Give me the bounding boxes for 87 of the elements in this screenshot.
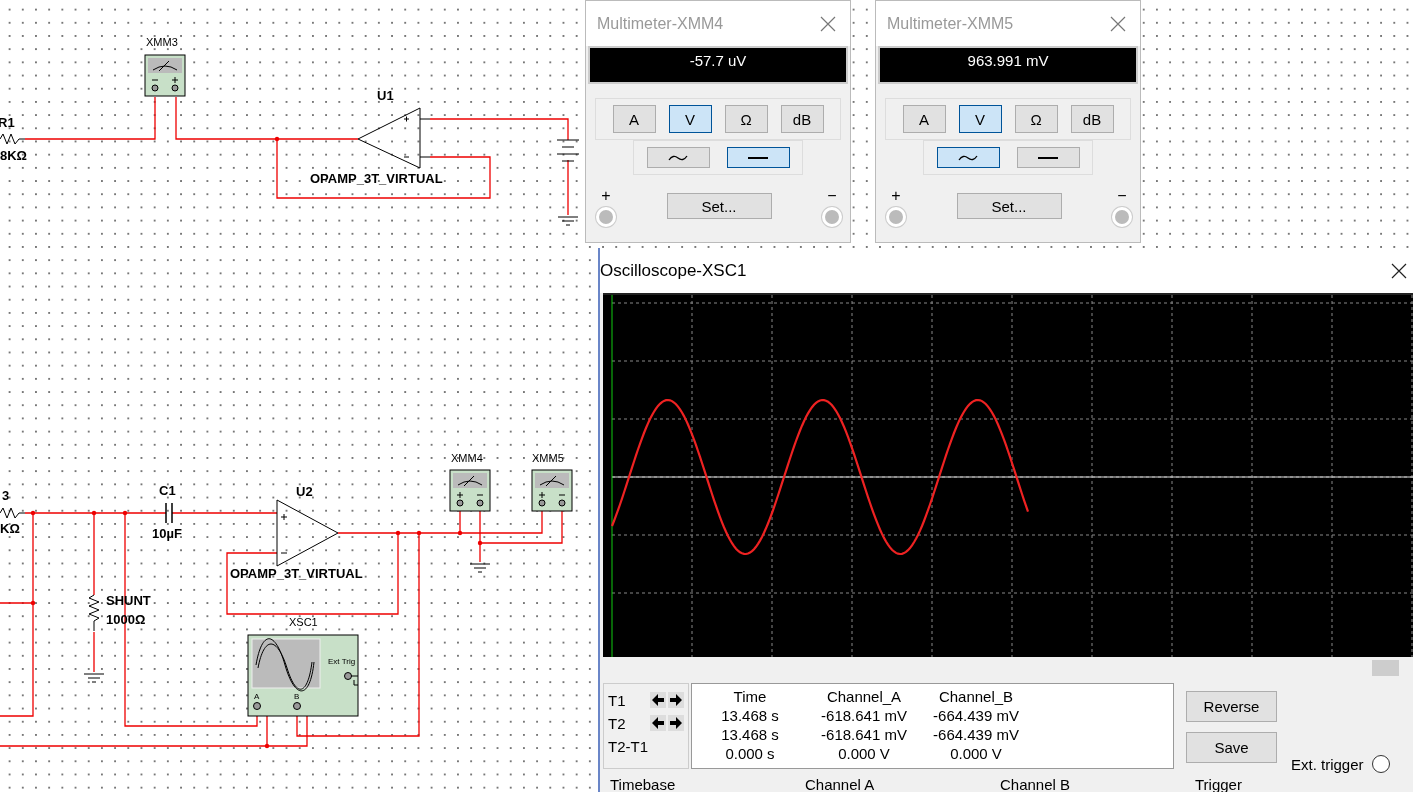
component-label: XSC1: [289, 616, 318, 628]
mode-button[interactable]: A: [612, 105, 656, 133]
resistor-icon: [0, 133, 26, 145]
component-value: 10µF: [152, 526, 182, 541]
table-cell: -618.641 mV: [821, 706, 907, 725]
ac-button[interactable]: [936, 147, 1000, 168]
table-cell: -664.439 mV: [933, 706, 1019, 725]
line-icon: [748, 155, 768, 160]
table-cell: -618.641 mV: [821, 725, 907, 744]
arrow-left-icon[interactable]: [650, 692, 666, 708]
ground-icon: [83, 673, 105, 683]
set-button[interactable]: Set...: [666, 193, 772, 219]
table-cell: 0.000 s: [725, 744, 775, 763]
ground-icon: [469, 563, 491, 573]
mode-button[interactable]: Ω: [1014, 105, 1058, 133]
resistor-icon: [0, 507, 26, 519]
component-value: KΩ: [0, 521, 20, 536]
arrow-right-icon[interactable]: [668, 715, 684, 731]
component-value: 8KΩ: [0, 148, 28, 163]
cursor-label: T2-T1: [608, 737, 648, 755]
scope-button[interactable]: Save: [1186, 732, 1277, 763]
mode-button[interactable]: Ω: [724, 105, 768, 133]
component-label: XMM3: [146, 36, 178, 48]
radio-button[interactable]: [1371, 755, 1390, 773]
table-cell: -664.439 mV: [933, 725, 1019, 744]
set-button[interactable]: Set...: [956, 193, 1062, 219]
resistor-icon: [88, 594, 100, 632]
arrow-right-icon[interactable]: [668, 692, 684, 708]
component-model: OPAMP_3T_VIRTUAL: [230, 566, 363, 581]
jack-icon: [596, 207, 616, 227]
terminal-label: +: [891, 189, 901, 203]
reading-display: 963.991 mV: [878, 46, 1138, 84]
opamp-icon: [276, 499, 339, 567]
window-title: Multimeter-XMM4: [597, 14, 724, 33]
wave-icon: [958, 153, 978, 162]
multimeter-symbol-drawing: [449, 469, 491, 512]
component-label: XMM5: [532, 452, 564, 464]
terminal-label: +: [601, 189, 611, 203]
multimeter-symbol-drawing: [531, 469, 573, 512]
capacitor-icon: [165, 502, 173, 524]
table-cell: 0.000 V: [950, 744, 1002, 763]
component-label: U1: [377, 88, 394, 103]
multimeter-symbol-drawing: [144, 54, 186, 97]
column-header: Channel_A: [826, 687, 902, 706]
jack-icon: [886, 207, 906, 227]
mode-button[interactable]: dB: [780, 105, 824, 133]
component-label: 3: [2, 488, 10, 503]
cursor-label: T1: [608, 691, 627, 709]
terminal-label: B: [294, 692, 300, 701]
line-icon: [1038, 155, 1058, 160]
ground-icon: [557, 216, 579, 226]
window-title: Oscilloscope-XSC1: [600, 260, 747, 281]
component-label: XMM4: [451, 452, 483, 464]
section-label: Timebase: [610, 777, 677, 792]
close-icon[interactable]: [1391, 262, 1407, 279]
reading-display: -57.7 uV: [588, 46, 848, 84]
terminal-label: A: [254, 692, 260, 701]
opamp-icon: [357, 107, 431, 169]
ext-trigger-label: Ext. trigger: [1291, 755, 1364, 773]
dc-button[interactable]: [726, 147, 790, 168]
component-model: OPAMP_3T_VIRTUAL: [310, 171, 443, 186]
terminal-label: Ext Trig: [328, 657, 356, 666]
component-label: U2: [296, 484, 313, 499]
table-cell: 13.468 s: [721, 725, 779, 744]
wave-icon: [668, 153, 688, 162]
mode-button[interactable]: V: [668, 105, 712, 133]
battery-icon: [556, 139, 580, 162]
terminal-label: −: [1117, 189, 1127, 203]
jack-icon: [822, 207, 842, 227]
cursor-label: T2: [608, 714, 627, 732]
dc-button[interactable]: [1016, 147, 1080, 168]
arrow-left-icon[interactable]: [650, 715, 666, 731]
table-cell: 0.000 V: [838, 744, 890, 763]
column-header: Channel_B: [938, 687, 1014, 706]
ac-button[interactable]: [646, 147, 710, 168]
component-label: C1: [159, 483, 176, 498]
section-label: Channel B: [1000, 777, 1072, 792]
scope-button[interactable]: Reverse: [1186, 691, 1277, 722]
mode-button[interactable]: A: [902, 105, 946, 133]
terminal-label: −: [827, 189, 837, 203]
window-title: Multimeter-XMM5: [887, 14, 1014, 33]
mode-button[interactable]: dB: [1070, 105, 1114, 133]
section-label: Channel A: [805, 777, 876, 792]
column-header: Time: [733, 687, 767, 706]
jack-icon: [1112, 207, 1132, 227]
mode-button[interactable]: V: [958, 105, 1002, 133]
table-cell: 13.468 s: [721, 706, 779, 725]
